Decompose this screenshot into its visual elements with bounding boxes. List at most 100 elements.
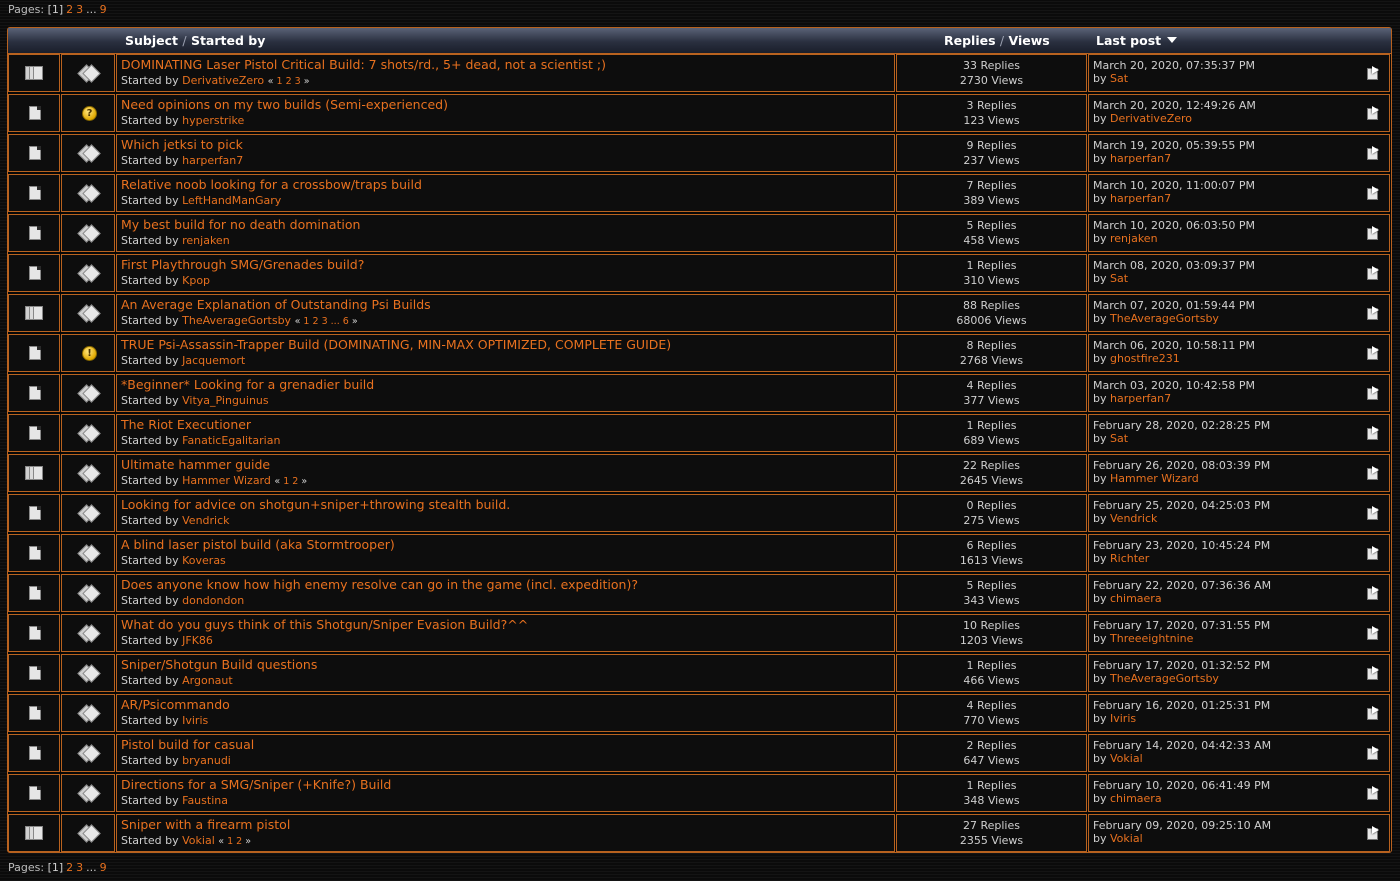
last-post-author-link[interactable]: harperfan7 [1110,152,1171,165]
topic-author-link[interactable]: bryanudi [182,754,231,767]
pages-ellipsis[interactable]: ... [86,3,97,16]
topic-title-link[interactable]: TRUE Psi-Assassin-Trapper Build (DOMINAT… [121,337,671,352]
last-post-author-link[interactable]: renjaken [1110,232,1158,245]
topic-title-link[interactable]: Sniper/Shotgun Build questions [121,657,317,672]
last-post-author-link[interactable]: DerivativeZero [1110,112,1192,125]
last-post-icon[interactable] [1367,146,1380,160]
topic-title-link[interactable]: Looking for advice on shotgun+sniper+thr… [121,497,510,512]
topic-author-link[interactable]: Argonaut [182,674,233,687]
page-link-3[interactable]: 3 [76,3,83,16]
last-post-icon[interactable] [1367,106,1380,120]
last-post-author-link[interactable]: harperfan7 [1110,392,1171,405]
topic-page-link[interactable]: 1 [283,476,289,487]
page-link-2[interactable]: 2 [66,3,73,16]
last-post-author-link[interactable]: ghostfire231 [1110,352,1180,365]
topic-author-link[interactable]: FanaticEgalitarian [182,434,280,447]
topic-title-link[interactable]: Does anyone know how high enemy resolve … [121,577,638,592]
last-post-icon[interactable] [1367,826,1380,840]
topic-page-link[interactable]: ... [331,316,340,327]
topic-author-link[interactable]: TheAverageGortsby [182,314,291,327]
last-post-author-link[interactable]: Sat [1110,432,1128,445]
topic-author-link[interactable]: hyperstrike [182,114,244,127]
last-post-icon[interactable] [1367,466,1380,480]
topic-author-link[interactable]: harperfan7 [182,154,243,167]
topic-author-link[interactable]: Jacquemort [182,354,245,367]
last-post-icon[interactable] [1367,386,1380,400]
topic-author-link[interactable]: Vendrick [182,514,229,527]
topic-title-link[interactable]: *Beginner* Looking for a grenadier build [121,377,374,392]
sort-last-post-link[interactable]: Last post [1096,33,1161,48]
topic-title-link[interactable]: The Riot Executioner [121,417,251,432]
last-post-author-link[interactable]: TheAverageGortsby [1110,672,1219,685]
last-post-author-link[interactable]: Vokial [1110,832,1143,845]
last-post-icon[interactable] [1367,546,1380,560]
topic-title-link[interactable]: What do you guys think of this Shotgun/S… [121,617,528,632]
topic-title-link[interactable]: A blind laser pistol build (aka Stormtro… [121,537,395,552]
last-post-author-link[interactable]: TheAverageGortsby [1110,312,1219,325]
sort-replies-link[interactable]: Replies [944,33,996,48]
topic-page-link[interactable]: 3 [322,316,328,327]
sort-subject-link[interactable]: Subject [125,33,178,48]
topic-title-link[interactable]: An Average Explanation of Outstanding Ps… [121,297,431,312]
page-link-last[interactable]: 9 [100,3,107,16]
topic-title-link[interactable]: Relative noob looking for a crossbow/tra… [121,177,422,192]
last-post-icon[interactable] [1367,746,1380,760]
topic-page-link[interactable]: 2 [236,836,242,847]
topic-title-link[interactable]: Pistol build for casual [121,737,254,752]
last-post-author-link[interactable]: chimaera [1110,792,1162,805]
last-post-icon[interactable] [1367,506,1380,520]
topic-author-link[interactable]: Vokial [182,834,215,847]
topic-page-link[interactable]: 1 [227,836,233,847]
topic-page-link[interactable]: 6 [343,316,349,327]
last-post-author-link[interactable]: Iviris [1110,712,1136,725]
last-post-icon[interactable] [1367,226,1380,240]
last-post-icon[interactable] [1367,426,1380,440]
last-post-icon[interactable] [1367,586,1380,600]
last-post-icon[interactable] [1367,666,1380,680]
topic-page-link[interactable]: 2 [313,316,319,327]
last-post-icon[interactable] [1367,626,1380,640]
topic-author-link[interactable]: Faustina [182,794,228,807]
topic-title-link[interactable]: Ultimate hammer guide [121,457,270,472]
page-link-2[interactable]: 2 [66,861,73,874]
last-post-author-link[interactable]: Sat [1110,72,1128,85]
last-post-icon[interactable] [1367,66,1380,80]
topic-author-link[interactable]: LeftHandManGary [182,194,281,207]
topic-author-link[interactable]: Iviris [182,714,208,727]
last-post-icon[interactable] [1367,786,1380,800]
last-post-author-link[interactable]: Vokial [1110,752,1143,765]
topic-page-link[interactable]: 2 [292,476,298,487]
topic-page-link[interactable]: 1 [303,316,309,327]
last-post-icon[interactable] [1367,346,1380,360]
topic-title-link[interactable]: AR/Psicommando [121,697,230,712]
topic-title-link[interactable]: My best build for no death domination [121,217,360,232]
topic-page-link[interactable]: 1 [277,76,283,87]
last-post-author-link[interactable]: Sat [1110,272,1128,285]
sort-desc-icon[interactable] [1167,37,1178,43]
last-post-icon[interactable] [1367,306,1380,320]
last-post-icon[interactable] [1367,186,1380,200]
last-post-author-link[interactable]: harperfan7 [1110,192,1171,205]
topic-author-link[interactable]: Kpop [182,274,210,287]
topic-author-link[interactable]: Hammer Wizard [182,474,271,487]
last-post-icon[interactable] [1367,266,1380,280]
topic-author-link[interactable]: renjaken [182,234,230,247]
last-post-author-link[interactable]: Hammer Wizard [1110,472,1199,485]
last-post-author-link[interactable]: Richter [1110,552,1149,565]
sort-started-by-link[interactable]: Started by [191,33,265,48]
page-link-3[interactable]: 3 [76,861,83,874]
topic-title-link[interactable]: Directions for a SMG/Sniper (+Knife?) Bu… [121,777,391,792]
last-post-author-link[interactable]: Threeeightnine [1110,632,1193,645]
topic-author-link[interactable]: Vitya_Pinguinus [182,394,269,407]
sort-views-link[interactable]: Views [1008,33,1049,48]
last-post-author-link[interactable]: chimaera [1110,592,1162,605]
last-post-icon[interactable] [1367,706,1380,720]
topic-author-link[interactable]: dondondon [182,594,244,607]
topic-title-link[interactable]: First Playthrough SMG/Grenades build? [121,257,364,272]
page-link-last[interactable]: 9 [100,861,107,874]
topic-author-link[interactable]: Koveras [182,554,226,567]
pages-ellipsis[interactable]: ... [86,861,97,874]
topic-author-link[interactable]: JFK86 [182,634,213,647]
topic-title-link[interactable]: DOMINATING Laser Pistol Critical Build: … [121,57,606,72]
last-post-author-link[interactable]: Vendrick [1110,512,1157,525]
